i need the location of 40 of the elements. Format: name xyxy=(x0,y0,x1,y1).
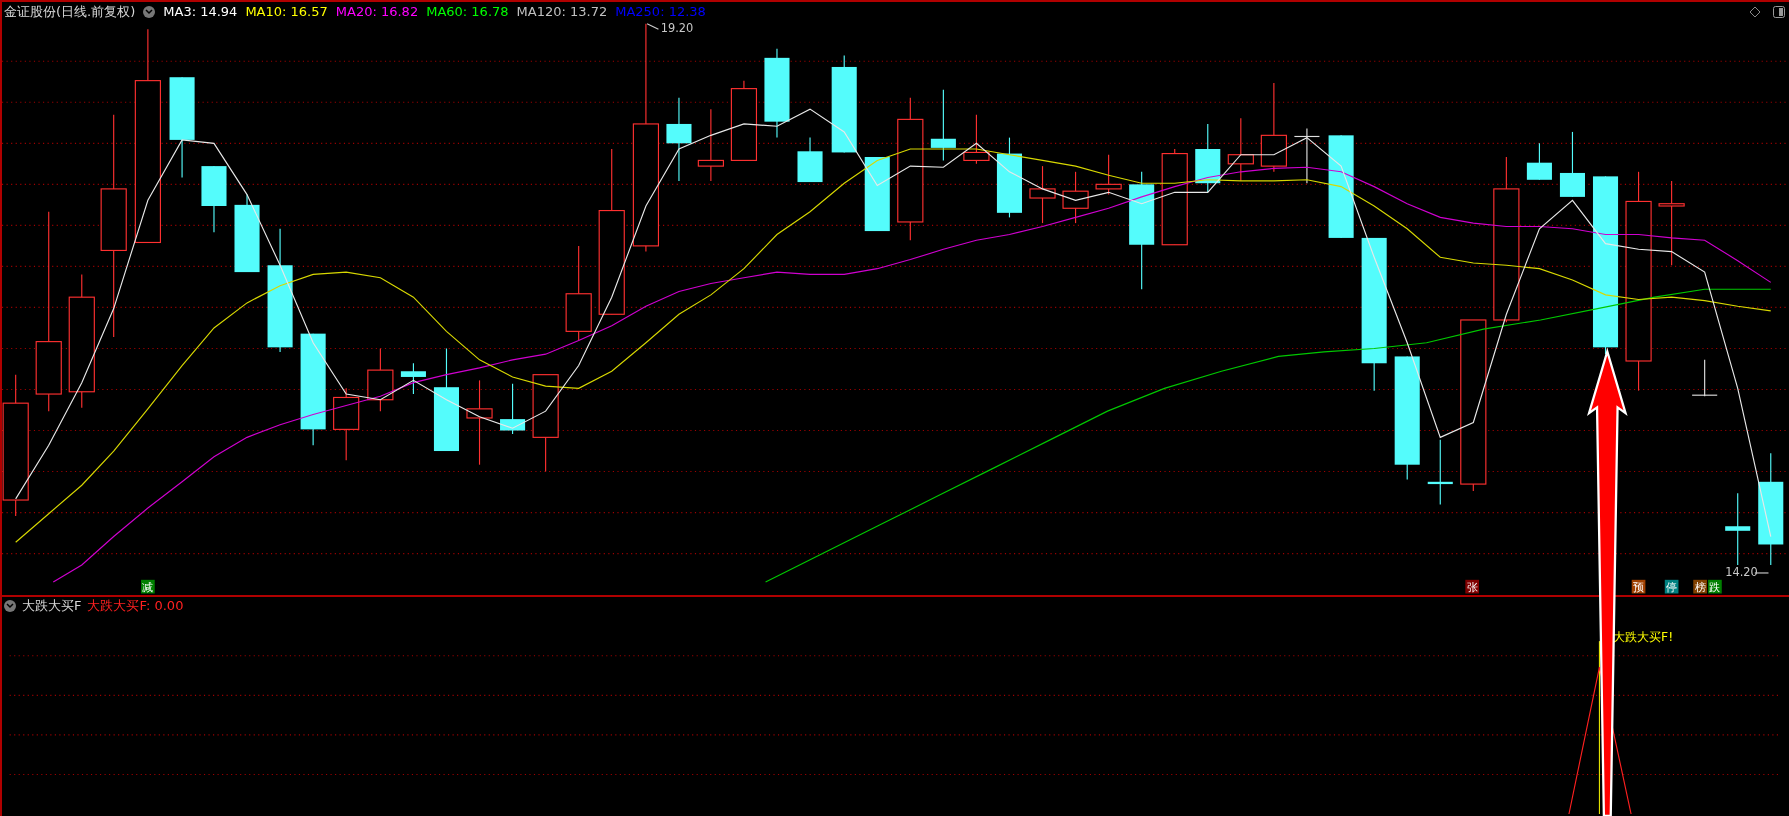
leader-line xyxy=(1754,572,1770,574)
dropdown-icon[interactable] xyxy=(143,5,156,18)
ma-value: MA250: 12.38 xyxy=(615,4,706,19)
candlestick xyxy=(797,137,823,183)
ma-value: MA120: 13.72 xyxy=(516,4,608,19)
signal-tag: 张 xyxy=(1465,579,1479,595)
ma-value: MA60: 16.78 xyxy=(426,4,509,19)
panel-toggle-icon[interactable] xyxy=(1773,5,1785,18)
candlestick xyxy=(1691,359,1718,397)
signal-tag: 停 xyxy=(1664,579,1679,595)
candlestick xyxy=(500,383,526,435)
candlestick xyxy=(367,347,394,412)
price-label: 19.20 xyxy=(660,21,694,35)
signal-tag: 预 xyxy=(1631,579,1646,595)
ma-value: MA20: 16.82 xyxy=(335,4,419,19)
ma-value: MA3: 14.94 xyxy=(163,4,238,19)
candlestick xyxy=(1195,123,1221,193)
candlestick xyxy=(1293,127,1321,184)
candlestick xyxy=(1062,171,1089,224)
candlestick xyxy=(1095,154,1122,196)
signal-tag: 跌 xyxy=(1708,579,1722,595)
diamond-icon[interactable] xyxy=(1749,5,1761,18)
signal-tag: 榜 xyxy=(1693,579,1707,595)
chart-title: 金证股份(日线.前复权) xyxy=(4,2,136,21)
candlestick xyxy=(1559,131,1585,198)
price-label: 14.20 xyxy=(1725,565,1758,580)
signal-tag: 减 xyxy=(141,579,155,595)
candlestick xyxy=(1427,439,1453,506)
leader-line xyxy=(646,23,660,30)
candlestick xyxy=(1526,142,1552,181)
candlestick xyxy=(1029,165,1056,224)
indicator-value: 大跌大买F: 0.00 xyxy=(87,596,184,615)
dropdown-icon[interactable] xyxy=(4,599,16,612)
candlestick xyxy=(930,89,956,161)
candlestick xyxy=(400,362,426,395)
ma-value: MA10: 16.57 xyxy=(245,4,328,19)
candlestick xyxy=(201,165,227,233)
indicator-title: 大跌大买F xyxy=(22,596,82,615)
candlestick xyxy=(1227,117,1254,182)
candlestick xyxy=(963,114,990,165)
